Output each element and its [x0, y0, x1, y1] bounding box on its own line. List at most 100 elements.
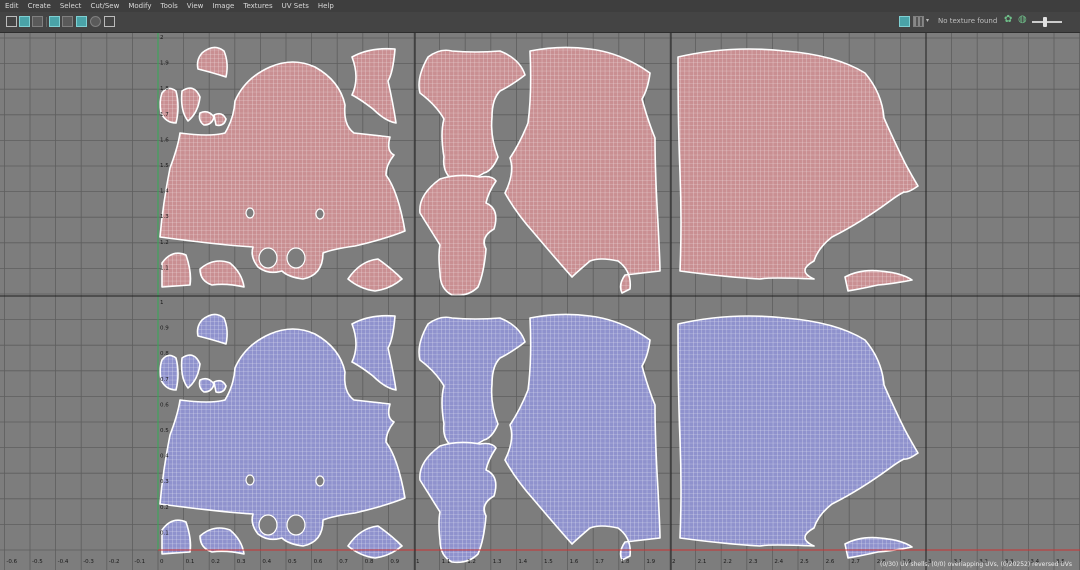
v-axis-tick-label: 1.5	[160, 163, 169, 169]
uv-shell[interactable]	[347, 525, 403, 559]
menu-select[interactable]: Select	[55, 0, 86, 12]
v-axis-tick-label: 0.4	[160, 454, 169, 460]
menu-textures[interactable]: Textures	[238, 0, 276, 12]
u-axis-tick-label: 0.5	[288, 559, 297, 565]
menu-view[interactable]: View	[182, 0, 208, 12]
uv-hole	[315, 208, 325, 220]
v-axis-tick-label: 1.4	[160, 189, 169, 195]
exposure-icon[interactable]: ◍	[1018, 14, 1029, 25]
uv-shell[interactable]	[347, 258, 403, 292]
swatch-icon[interactable]	[913, 16, 924, 27]
uv-shell[interactable]	[180, 354, 201, 389]
v-axis-tick-label: 1.3	[160, 214, 169, 220]
gamma-slider[interactable]	[1032, 21, 1062, 23]
u-axis-tick-label: -0.6	[6, 559, 17, 565]
display-settings-icon[interactable]: ✿	[1004, 14, 1015, 25]
u-axis-tick-label: 1.6	[570, 559, 579, 565]
menu-bar: Edit Create Select Cut/Sew Modify Tools …	[0, 0, 1080, 12]
u-axis-tick-label: 1	[416, 559, 420, 565]
uv-shell[interactable]	[419, 441, 497, 564]
uv-shell[interactable]	[199, 260, 245, 288]
gamma-slider-handle[interactable]	[1043, 17, 1047, 27]
u-axis-tick-label: 2.6	[826, 559, 835, 565]
u-axis-tick-label: 0	[160, 559, 164, 565]
menu-modify[interactable]: Modify	[123, 0, 155, 12]
u-axis-tick-label: 0.9	[390, 559, 399, 565]
toolbar-separator	[46, 17, 47, 27]
u-axis-tick-label: -0.1	[134, 559, 145, 565]
uv-shell[interactable]	[196, 313, 228, 345]
u-axis-tick-label: 1.7	[595, 559, 604, 565]
v-axis-tick-label: 1.6	[160, 137, 169, 143]
uv-shell[interactable]	[180, 87, 201, 122]
menu-tools[interactable]: Tools	[156, 0, 182, 12]
dropdown-icon[interactable]: ▾	[926, 17, 932, 28]
u-axis-tick-label: 1.1	[442, 559, 451, 565]
u-axis-tick-label: 2.4	[774, 559, 783, 565]
v-axis-tick-label: 0.6	[160, 402, 169, 408]
uv-toolbar: ▾ No texture found ✿ ◍	[0, 12, 1080, 33]
u-axis-tick-label: 1.4	[518, 559, 527, 565]
grid-icon[interactable]	[76, 16, 87, 27]
u-axis-tick-label: 2.5	[800, 559, 809, 565]
uv-shell[interactable]	[351, 47, 397, 124]
image-display-icon[interactable]	[104, 16, 115, 27]
uv-toolkit-icon[interactable]	[6, 16, 17, 27]
menu-uv-sets[interactable]: UV Sets	[277, 0, 313, 12]
pixel-snap-icon[interactable]	[90, 16, 101, 27]
texture-toggle-icon[interactable]	[19, 16, 30, 27]
checker-grid-icon[interactable]	[899, 16, 910, 27]
v-axis-tick-label: 1.1	[160, 265, 169, 271]
status-readout: (0/30) UV shells, (0/0) overlapping UVs,…	[880, 561, 1072, 568]
u-axis-tick-label: 0.2	[211, 559, 220, 565]
uv-shell[interactable]	[677, 315, 919, 547]
menu-image[interactable]: Image	[207, 0, 238, 12]
checker-icon[interactable]	[62, 16, 73, 27]
v-axis-tick-label: 1.7	[160, 112, 169, 118]
uv-shell[interactable]	[419, 174, 497, 297]
v-axis-tick-label: 1.9	[160, 61, 169, 67]
u-axis-tick-label: 2.3	[749, 559, 758, 565]
menu-edit[interactable]: Edit	[0, 0, 23, 12]
uv-viewport[interactable]: -0.6 -0.5 -0.4 -0.3 -0.2 -0.1 0 0.1 0.2 0.3 0.4 0.5…	[0, 33, 1080, 570]
u-axis-tick-label: 1.3	[493, 559, 502, 565]
uv-canvas[interactable]: -0.6 -0.5 -0.4 -0.3 -0.2 -0.1 0 0.1 0.2 0.3 0.4 0.5…	[0, 33, 1080, 570]
uv-hole	[245, 207, 255, 219]
menu-help[interactable]: Help	[313, 0, 338, 12]
uv-shell[interactable]	[213, 112, 227, 127]
uv-shell[interactable]	[161, 519, 192, 555]
uv-shell[interactable]	[159, 354, 179, 391]
uv-shell[interactable]	[418, 49, 526, 183]
uv-shell[interactable]	[213, 379, 227, 394]
u-axis-tick-label: -0.2	[109, 559, 120, 565]
uv-shell[interactable]	[844, 269, 913, 292]
uv-shell[interactable]	[418, 316, 526, 450]
u-axis-tick-label: -0.3	[83, 559, 94, 565]
shaded-icon[interactable]	[32, 16, 43, 27]
uv-shell[interactable]	[504, 313, 661, 561]
uv-shell[interactable]	[351, 314, 397, 391]
uv-shell[interactable]	[198, 110, 215, 126]
u-axis-tick-label: -0.5	[32, 559, 43, 565]
texture-status-label: No texture found	[938, 17, 998, 25]
u-axis-tick-label: 0.7	[339, 559, 348, 565]
uv-shell[interactable]	[198, 377, 215, 393]
uv-shell[interactable]	[196, 46, 228, 78]
u-axis-tick-label: 2	[672, 559, 676, 565]
u-axis-tick-label: 0.6	[314, 559, 323, 565]
uv-hole	[315, 475, 325, 487]
u-axis-tick-label: 2.2	[723, 559, 732, 565]
uv-shell[interactable]	[844, 536, 913, 559]
u-axis-tick-label: 0.4	[262, 559, 271, 565]
uv-hole	[286, 247, 306, 269]
menu-cut-sew[interactable]: Cut/Sew	[85, 0, 123, 12]
uv-shell[interactable]	[677, 48, 919, 280]
uv-shell[interactable]	[504, 46, 661, 294]
v-axis-tick-label: 2	[160, 35, 164, 41]
uv-shell[interactable]	[159, 87, 179, 124]
menu-create[interactable]: Create	[23, 0, 55, 12]
wireframe-icon[interactable]	[49, 16, 60, 27]
v-axis-tick-label: 1	[160, 300, 164, 306]
v-axis-tick-label: 0.8	[160, 351, 169, 357]
v-axis-tick-label: 0.5	[160, 428, 169, 434]
